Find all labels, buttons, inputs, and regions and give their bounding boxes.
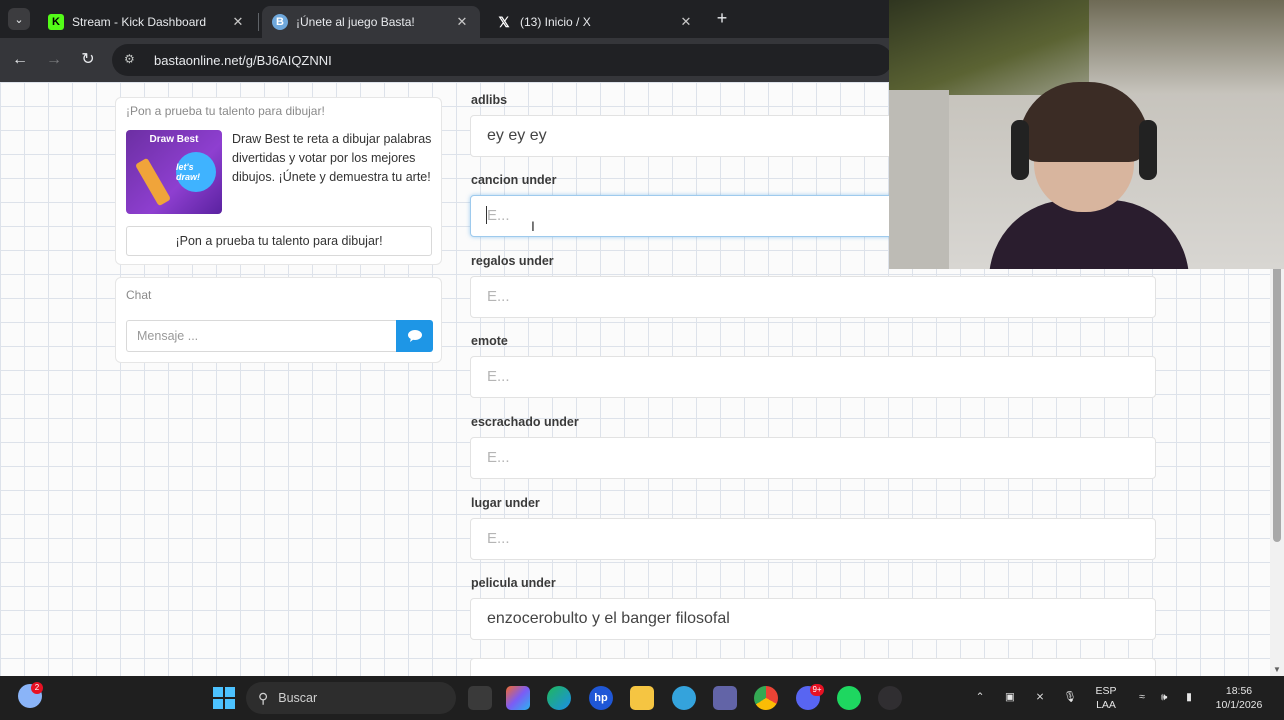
field-input-emote[interactable]: E... <box>470 356 1156 398</box>
notification-badge: 2 <box>31 682 43 694</box>
x-icon: 𝕏 <box>498 13 510 30</box>
windows-start-icon[interactable] <box>212 686 236 710</box>
tray-app-icon[interactable]: ▣ <box>1002 690 1018 704</box>
battery-icon[interactable]: ▮ <box>1180 690 1198 704</box>
webcam-overlay <box>889 0 1284 269</box>
site-info-icon[interactable]: ⚙ <box>124 52 142 68</box>
promo-panel: ¡Pon a prueba tu talento para dibujar! D… <box>115 97 442 265</box>
promo-description: Draw Best te reta a dibujar palabras div… <box>232 132 432 184</box>
search-icon: ⚲ <box>258 689 269 706</box>
discord-badge: 9+ <box>810 684 824 696</box>
tab-title: Stream - Kick Dashboard <box>72 15 207 29</box>
field-input-next[interactable] <box>470 658 1156 676</box>
headphones-right-icon <box>1139 120 1157 180</box>
back-icon[interactable]: ← <box>8 48 32 72</box>
forward-icon[interactable]: → <box>42 48 66 72</box>
field-input-pelicula-under[interactable]: enzocerobulto y el banger filosofal <box>470 598 1156 640</box>
kick-icon: K <box>48 14 64 30</box>
field-label-lugar-under: lugar under <box>471 496 540 510</box>
address-bar[interactable]: ⚙ bastaonline.net/g/BJ6AIQZNNI <box>112 44 892 76</box>
close-icon[interactable]: ✕ <box>454 14 470 30</box>
address-text: bastaonline.net/g/BJ6AIQZNNI <box>154 52 332 68</box>
field-label-pelicula-under: pelicula under <box>471 576 556 590</box>
chat-bubble-icon <box>407 330 422 342</box>
draw-best-image-title: Draw Best <box>149 134 199 145</box>
tab-basta[interactable]: B ¡Únete al juego Basta! ✕ <box>262 6 480 38</box>
microphone-icon[interactable]: 🎙 <box>1062 690 1078 704</box>
file-explorer-icon[interactable] <box>630 686 654 710</box>
paintbrush-icon <box>134 157 172 207</box>
windows-taskbar: 2 ⚲ Buscar hp 9+ ⌃ ▣ ⨯ 🎙 ESP LAA ≈ 🕪 ▮ 1… <box>0 676 1284 720</box>
edge-icon[interactable] <box>547 686 571 710</box>
field-label-emote: emote <box>471 334 508 348</box>
draw-best-image[interactable]: Draw Best let's draw! <box>126 130 222 214</box>
close-icon[interactable]: ✕ <box>678 14 694 30</box>
basta-icon: B <box>272 14 288 30</box>
app-icon[interactable] <box>672 686 696 710</box>
chat-heading: Chat <box>126 288 152 302</box>
promo-button[interactable]: ¡Pon a prueba tu talento para dibujar! <box>126 226 432 256</box>
field-label-cancion-under: cancion under <box>471 173 557 187</box>
tray-overflow-icon[interactable]: ⌃ <box>972 690 988 704</box>
hp-icon[interactable]: hp <box>589 686 613 710</box>
draw-badge-icon: let's draw! <box>176 152 216 192</box>
tab-kick[interactable]: K Stream - Kick Dashboard ✕ <box>38 6 256 38</box>
tab-divider <box>258 13 259 31</box>
task-view-icon[interactable] <box>468 686 492 710</box>
volume-icon[interactable]: 🕪 <box>1156 690 1172 704</box>
language-code: ESP <box>1095 685 1117 697</box>
field-label-regalos-under: regalos under <box>471 254 554 268</box>
tab-title: (13) Inicio / X <box>520 15 591 29</box>
clock[interactable]: 18:56 10/1/2026 <box>1208 684 1270 712</box>
chat-send-button[interactable] <box>396 320 433 352</box>
taskbar-search[interactable]: ⚲ Buscar <box>246 682 456 714</box>
webcam-background-shelf <box>889 0 1089 95</box>
field-input-regalos-under[interactable]: E... <box>470 276 1156 318</box>
promo-heading: ¡Pon a prueba tu talento para dibujar! <box>126 104 325 118</box>
keyboard-layout: LAA <box>1096 699 1116 711</box>
chat-message-input[interactable]: Mensaje ... <box>126 320 396 352</box>
tab-search-icon[interactable]: ⌄ <box>8 8 30 30</box>
copilot-icon[interactable] <box>506 686 530 710</box>
chat-panel: Chat Mensaje ... <box>115 277 442 363</box>
ibeam-cursor-icon: I <box>531 218 535 234</box>
headphones-left-icon <box>1011 120 1029 180</box>
scroll-down-icon[interactable]: ▼ <box>1272 666 1282 674</box>
search-label: Buscar <box>278 691 318 705</box>
field-input-escrachado-under[interactable]: E... <box>470 437 1156 479</box>
tab-title: ¡Únete al juego Basta! <box>296 15 415 29</box>
clock-time: 18:56 <box>1225 685 1253 697</box>
tab-x[interactable]: 𝕏 (13) Inicio / X ✕ <box>486 6 704 38</box>
input-language[interactable]: ESP LAA <box>1092 684 1120 712</box>
field-label-escrachado-under: escrachado under <box>471 415 579 429</box>
close-icon[interactable]: ✕ <box>230 14 246 30</box>
teams-icon[interactable] <box>713 686 737 710</box>
text-caret <box>486 206 487 224</box>
new-tab-button[interactable]: + <box>712 8 732 28</box>
tray-muted-icon[interactable]: ⨯ <box>1032 690 1048 704</box>
webcam-background-door <box>889 90 949 269</box>
spotify-icon[interactable] <box>837 686 861 710</box>
field-label-adlibs: adlibs <box>471 93 508 107</box>
chrome-icon[interactable] <box>754 686 778 710</box>
field-input-lugar-under[interactable]: E... <box>470 518 1156 560</box>
wifi-icon[interactable]: ≈ <box>1134 690 1150 704</box>
clock-date: 10/1/2026 <box>1215 699 1263 711</box>
reload-icon[interactable]: ↻ <box>76 48 100 72</box>
obs-icon[interactable] <box>878 686 902 710</box>
